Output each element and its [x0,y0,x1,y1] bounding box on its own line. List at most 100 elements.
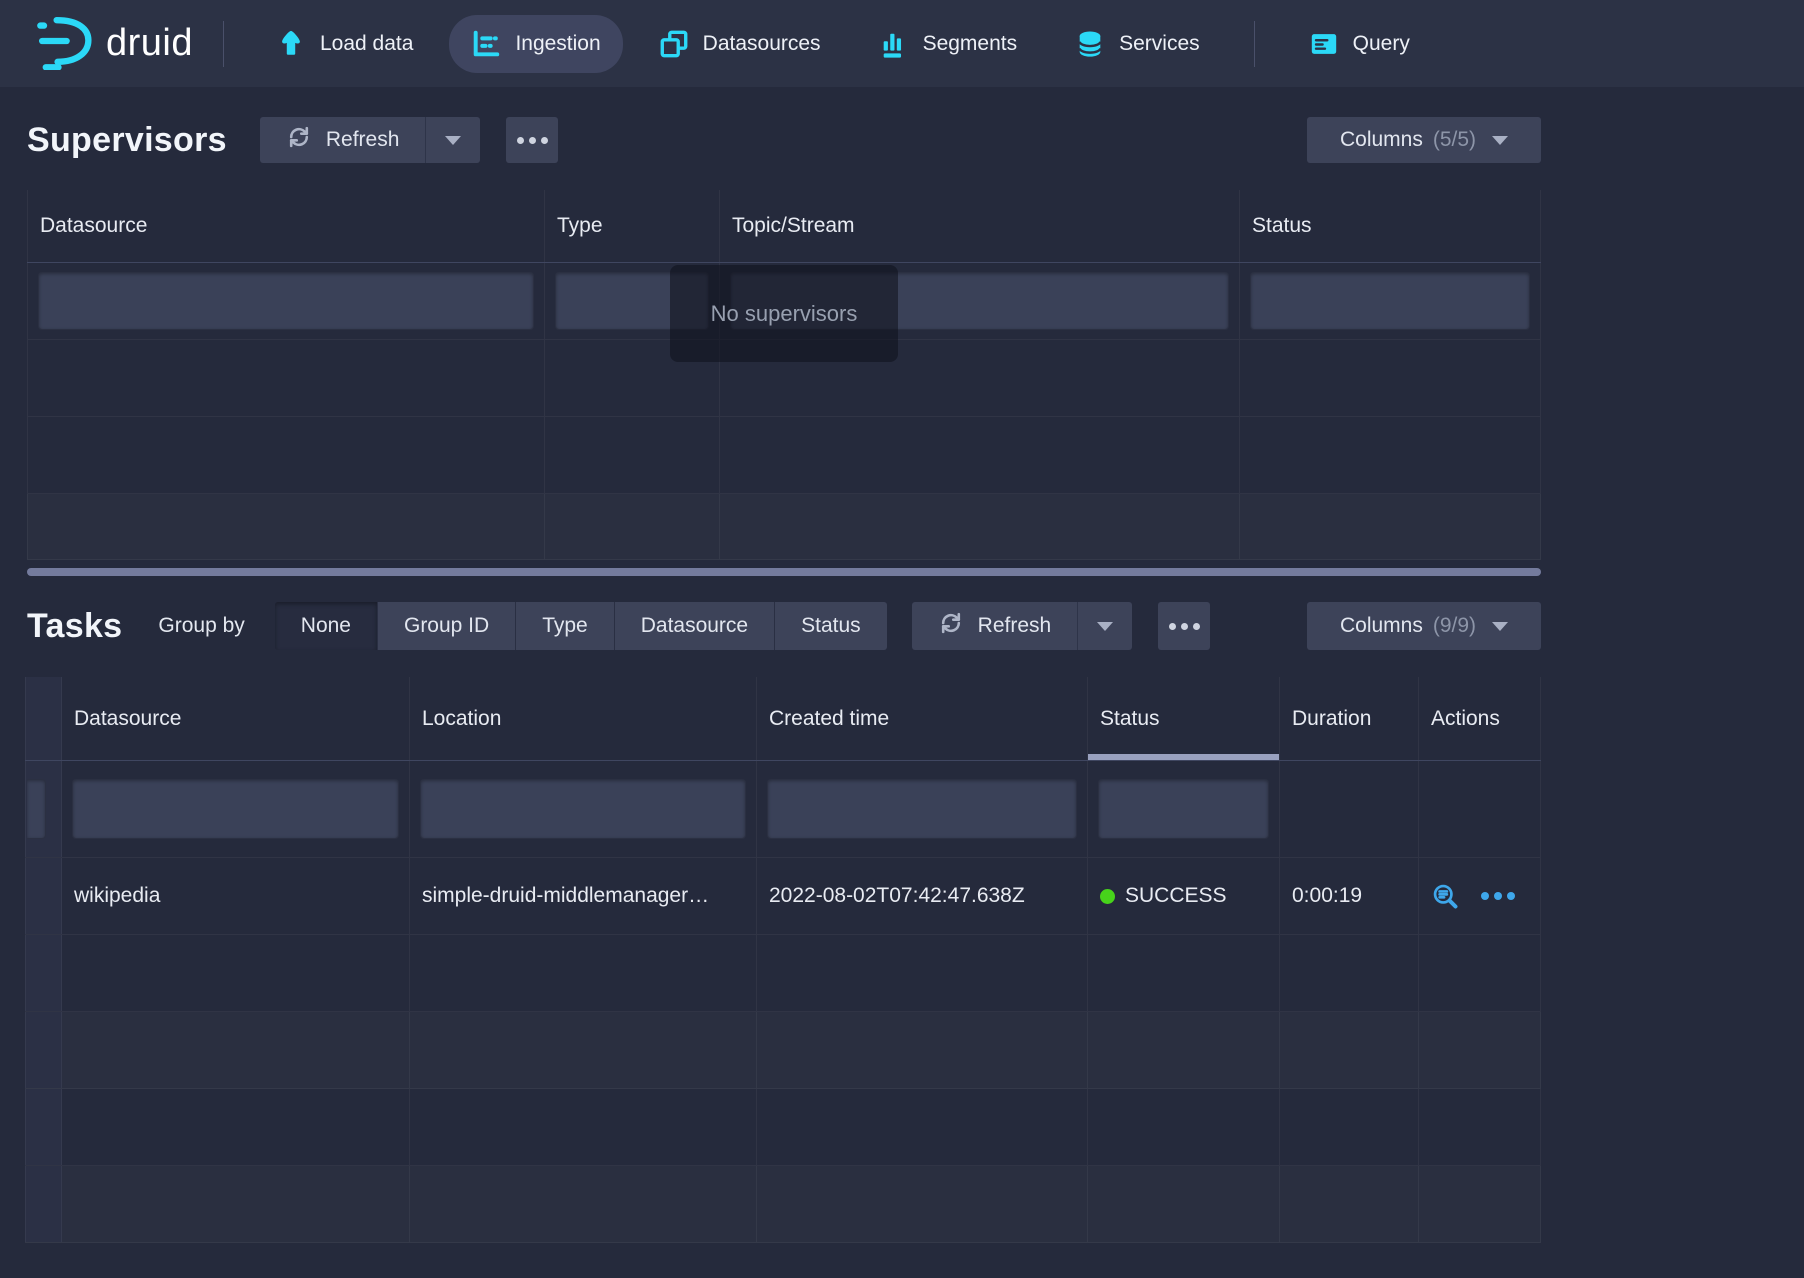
tasks-filter-row [25,761,1541,858]
nav-divider [1254,21,1255,67]
druid-logo-icon [34,12,92,75]
datasource-filter-input[interactable] [72,779,399,839]
tasks-columns-button[interactable]: Columns (9/9) [1307,602,1541,650]
nav-item-label: Datasources [703,32,821,56]
no-supervisors-message: No supervisors [670,265,898,362]
group-by-none-button[interactable]: None [275,602,378,650]
nav-item-services[interactable]: Services [1053,15,1222,73]
ingestion-icon [471,29,501,59]
column-header[interactable]: Datasource [62,677,410,760]
nav-item-ingestion[interactable]: Ingestion [449,15,622,73]
nav-item-load-data[interactable]: Load data [254,15,435,73]
druid-logo[interactable]: druid [34,12,193,75]
task-datasource: wikipedia [62,858,410,934]
nav-item-label: Query [1353,32,1410,56]
refresh-icon [286,124,312,156]
chevron-down-icon [1492,136,1508,145]
column-header[interactable]: Actions [1419,677,1541,760]
tasks-refresh-caret-button[interactable] [1077,602,1132,650]
clipped-filter-input[interactable] [27,779,46,839]
task-created-time: 2022-08-02T07:42:47.638Z [757,858,1088,934]
datasource-filter-input[interactable] [38,272,534,330]
column-header[interactable]: Status [1240,190,1541,262]
column-header[interactable]: Type [545,190,720,262]
refresh-label: Refresh [978,614,1052,638]
group-by-segmented-control: None Group ID Type Datasource Status [275,602,887,650]
supervisors-toolbar: Supervisors Refresh Columns (5/5) [0,117,1804,163]
supervisors-table: Datasource Type Topic/Stream Status No s… [27,190,1541,560]
group-by-type-button[interactable]: Type [516,602,615,650]
supervisors-more-button[interactable] [506,117,558,163]
task-actions [1419,858,1541,934]
nav-item-label: Services [1119,32,1200,56]
column-header-clipped[interactable] [25,677,62,760]
inspect-task-icon[interactable] [1431,882,1459,910]
table-row [25,1166,1541,1243]
task-status: SUCCESS [1088,858,1280,934]
columns-label: Columns [1340,128,1423,152]
nav-item-segments[interactable]: Segments [857,15,1040,73]
more-icon [517,137,524,144]
nav-items: Load data Ingestion Datasources [254,15,1432,73]
group-by-group-id-button[interactable]: Group ID [378,602,516,650]
column-header-sorted[interactable]: Status [1088,677,1280,760]
tasks-refresh-button[interactable]: Refresh [912,602,1078,650]
nav-item-datasources[interactable]: Datasources [637,15,843,73]
task-duration: 0:00:19 [1280,858,1419,934]
tasks-toolbar: Tasks Group by None Group ID Type Dataso… [0,602,1804,650]
status-filter-input[interactable] [1250,272,1530,330]
column-header[interactable]: Created time [757,677,1088,760]
nav-item-label: Segments [923,32,1018,56]
created-time-filter-input[interactable] [767,779,1077,839]
columns-count: (9/9) [1433,614,1476,638]
status-filter-input[interactable] [1098,779,1269,839]
datasources-icon [659,29,689,59]
tasks-title: Tasks [27,607,122,646]
supervisors-title: Supervisors [27,121,227,160]
group-by-label: Group by [158,614,244,638]
tasks-more-button[interactable] [1158,602,1210,650]
refresh-icon [938,610,964,642]
success-status-icon [1100,889,1115,904]
supervisors-refresh-group: Refresh [260,117,481,163]
table-row [25,935,1541,1012]
table-row [27,417,1541,494]
task-more-actions-icon[interactable] [1481,892,1515,900]
top-nav: druid Load data Ingestion [0,0,1804,87]
group-by-datasource-button[interactable]: Datasource [615,602,775,650]
task-row-wikipedia[interactable]: wikipedia simple-druid-middlemanager… 20… [25,858,1541,935]
tasks-header-row: Datasource Location Created time Status … [25,677,1541,761]
group-by-status-button[interactable]: Status [775,602,887,650]
tasks-table: Datasource Location Created time Status … [25,677,1541,1243]
segments-icon [879,29,909,59]
location-filter-input[interactable] [420,779,746,839]
supervisors-refresh-button[interactable]: Refresh [260,117,426,163]
status-badge: SUCCESS [1125,884,1227,908]
task-location: simple-druid-middlemanager… [410,858,757,934]
chevron-down-icon [1097,622,1113,631]
table-row [25,1012,1541,1089]
table-row [25,1089,1541,1166]
services-icon [1075,29,1105,59]
chevron-down-icon [445,136,461,145]
nav-item-label: Load data [320,32,413,56]
brand-name: druid [106,22,193,65]
columns-count: (5/5) [1433,128,1476,152]
supervisors-refresh-caret-button[interactable] [425,117,480,163]
upload-icon [276,29,306,59]
column-header[interactable]: Location [410,677,757,760]
more-icon [1169,623,1176,630]
columns-label: Columns [1340,614,1423,638]
supervisors-columns-button[interactable]: Columns (5/5) [1307,117,1541,163]
table-row [27,494,1541,560]
nav-divider [223,21,224,67]
chevron-down-icon [1492,622,1508,631]
column-header[interactable]: Datasource [27,190,545,262]
refresh-label: Refresh [326,128,400,152]
nav-item-query[interactable]: Query [1287,15,1432,73]
column-header[interactable]: Duration [1280,677,1419,760]
horizontal-scrollbar[interactable] [27,568,1541,576]
supervisors-header-row: Datasource Type Topic/Stream Status [27,190,1541,263]
column-header[interactable]: Topic/Stream [720,190,1240,262]
query-icon [1309,29,1339,59]
